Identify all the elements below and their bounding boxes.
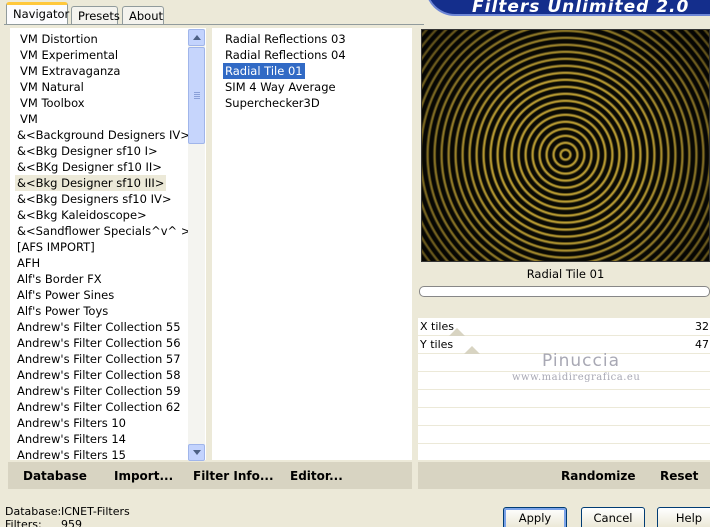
category-item[interactable]: VM [18,111,40,127]
apply-button[interactable]: Apply [503,507,567,527]
filter-preview-image [421,29,710,262]
filter-item[interactable]: Radial Tile 01 [222,62,306,80]
watermark-name: Pinuccia [542,351,620,371]
category-item[interactable]: Andrew's Filters 15 [15,447,128,459]
status-filters: Filters: 959 [5,518,82,527]
x-tiles-slider-thumb[interactable] [449,328,465,336]
category-item[interactable]: Alf's Border FX [15,271,104,287]
param-row-empty [418,444,710,462]
tab-presets[interactable]: Presets [71,6,120,24]
filter-item[interactable]: Radial Reflections 03 [223,31,348,47]
scroll-up-button[interactable] [188,29,205,46]
status-filters-label: Filters: [5,518,42,527]
bottom-toolbar-left: Database Import... Filter Info... Editor… [8,462,412,489]
chevron-up-icon [193,35,201,40]
category-item[interactable]: &<Bkg Kaleidoscope> [15,207,149,223]
category-item[interactable]: &<Bkg Designer sf10 I> [15,143,160,159]
scroll-down-button[interactable] [188,444,205,461]
filter-list[interactable]: Radial Reflections 03 Radial Reflections … [212,28,412,460]
status-database-label: Database: [5,505,62,518]
import-button[interactable]: Import... [114,469,173,483]
grip-line [194,94,200,95]
tab-divider [4,24,424,25]
category-item[interactable]: Andrew's Filter Collection 55 [15,319,183,335]
status-database: Database: ICNET-Filters [5,505,130,518]
category-item[interactable]: &<Sandflower Specials^v^ > [15,223,192,239]
tab-navigator[interactable]: Navigator [6,2,69,25]
category-item[interactable]: &<Bkg Designer sf10 III> [15,175,167,191]
app-title: Filters Unlimited 2.0 [472,0,690,17]
filter-item[interactable]: SIM 4 Way Average [223,79,338,95]
category-item[interactable]: &<Bkg Designers sf10 IV> [15,191,174,207]
category-item[interactable]: VM Toolbox [18,95,87,111]
param-value: 32 [695,320,709,333]
watermark-url: www.maidiregrafica.eu [512,372,641,383]
category-item[interactable]: Alf's Power Toys [15,303,110,319]
param-value: 47 [695,338,709,351]
param-row-empty [418,408,710,426]
category-item[interactable]: Andrew's Filter Collection 56 [15,335,183,351]
category-item[interactable]: Andrew's Filters 14 [15,431,128,447]
help-button[interactable]: Help [657,507,710,527]
editor-button[interactable]: Editor... [290,469,343,483]
status-filters-value: 959 [61,518,82,527]
database-button[interactable]: Database [23,469,87,483]
preview-caption: Radial Tile 01 [526,267,605,281]
progress-bar [419,286,710,297]
category-item[interactable]: Andrew's Filter Collection 62 [15,399,183,415]
reset-button[interactable]: Reset [660,469,698,483]
cancel-button[interactable]: Cancel [581,507,645,527]
param-row-empty [418,390,710,408]
param-row-empty [418,426,710,444]
y-tiles-slider-thumb[interactable] [464,346,480,354]
randomize-button[interactable]: Randomize [561,469,635,483]
grip-line [194,92,200,93]
category-item[interactable]: Andrew's Filter Collection 58 [15,367,183,383]
status-database-value: ICNET-Filters [61,505,130,518]
category-item[interactable]: VM Distortion [18,31,100,47]
category-item[interactable]: AFH [15,255,42,271]
category-item[interactable]: &<BKg Designer sf10 II> [15,159,164,175]
category-scrollbar[interactable] [188,29,205,461]
category-item[interactable]: VM Extravaganza [18,63,122,79]
category-item[interactable]: VM Experimental [18,47,120,63]
param-label: Y tiles [420,338,454,351]
category-item[interactable]: Alf's Power Sines [15,287,116,303]
category-item[interactable]: Andrew's Filters 10 [15,415,128,431]
chevron-down-icon [193,450,201,455]
filter-item[interactable]: Radial Reflections 04 [223,47,348,63]
bottom-toolbar-right: Randomize Reset [418,462,710,489]
category-item[interactable]: [AFS IMPORT] [15,239,97,255]
filter-item[interactable]: Superchecker3D [223,95,322,111]
grip-line [194,98,200,99]
filter-info-button[interactable]: Filter Info... [193,469,274,483]
parameter-panel: X tiles 32 Y tiles 47 [418,318,710,462]
tab-about[interactable]: About [122,6,164,24]
category-item[interactable]: VM Natural [18,79,86,95]
category-item[interactable]: Andrew's Filter Collection 57 [15,351,183,367]
grip-line [194,96,200,97]
scroll-thumb[interactable] [188,47,205,144]
category-item[interactable]: &<Background Designers IV> [15,127,192,143]
category-item[interactable]: Andrew's Filter Collection 59 [15,383,183,399]
category-list[interactable]: VM Distortion VM Experimental VM Extravaga… [10,28,206,460]
